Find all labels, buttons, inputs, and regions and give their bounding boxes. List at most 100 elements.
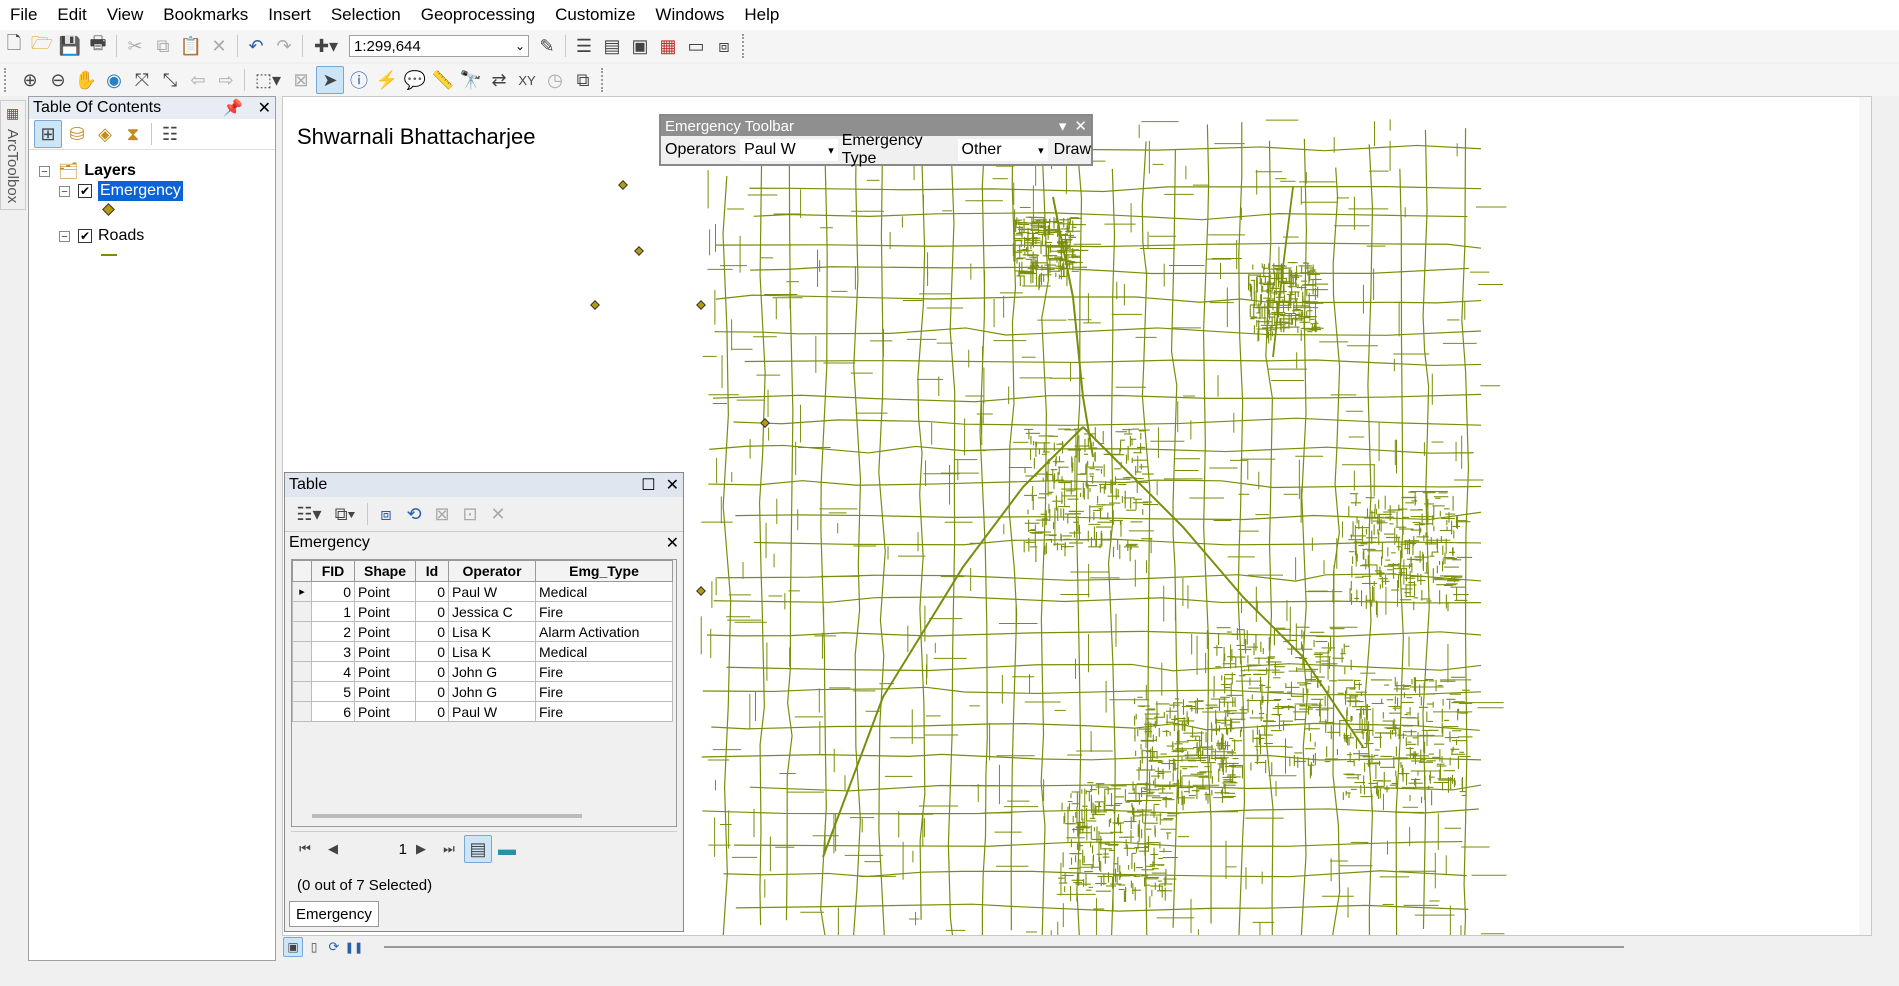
table-cell[interactable]: Point xyxy=(354,621,416,642)
column-header[interactable]: Id xyxy=(415,560,449,582)
table-cell[interactable]: Point xyxy=(354,701,416,722)
clear-selection-icon[interactable]: ⊠ xyxy=(288,67,314,93)
back-extent-icon[interactable]: ⇦ xyxy=(185,67,211,93)
toolbar-grip[interactable] xyxy=(742,34,750,58)
go-to-xy-icon[interactable]: XY xyxy=(514,67,540,93)
html-popup-icon[interactable]: 💬 xyxy=(402,67,428,93)
zoom-out-icon[interactable]: ⊖ xyxy=(45,67,71,93)
menu-geoprocessing[interactable]: Geoprocessing xyxy=(411,0,545,30)
row-selector[interactable] xyxy=(292,621,312,642)
list-by-selection-icon[interactable]: ⧗ xyxy=(120,121,146,147)
maximize-icon[interactable]: ☐ xyxy=(641,477,655,494)
table-cell[interactable]: Fire xyxy=(535,661,673,682)
new-document-icon[interactable]: 🗋 xyxy=(1,33,27,59)
toolbar-grip[interactable] xyxy=(601,68,609,92)
clear-selection-icon[interactable]: ⊠ xyxy=(429,501,455,527)
row-selector[interactable] xyxy=(292,701,312,722)
list-by-drawing-order-icon[interactable]: ⊞ xyxy=(34,120,62,148)
last-record-icon[interactable]: ⏭ xyxy=(436,836,462,862)
menu-selection[interactable]: Selection xyxy=(321,0,411,30)
table-cell[interactable]: 0 xyxy=(415,601,449,622)
table-cell[interactable]: Paul W xyxy=(448,581,536,602)
table-cell[interactable]: Fire xyxy=(535,701,673,722)
refresh-icon[interactable]: ⟳ xyxy=(325,938,343,956)
select-features-icon[interactable]: ⬚▾ xyxy=(250,67,286,93)
table-cell[interactable]: Medical xyxy=(535,581,673,602)
table-cell[interactable]: Lisa K xyxy=(448,621,536,642)
arctoolbox-icon[interactable]: ▦ xyxy=(655,33,681,59)
add-data-icon[interactable]: ✚▾ xyxy=(308,33,344,59)
catalog-window-icon[interactable]: ▤ xyxy=(599,33,625,59)
table-cell[interactable]: John G xyxy=(448,681,536,702)
map-author-text[interactable]: Shwarnali Bhattacharjee xyxy=(297,124,535,150)
emergency-point[interactable] xyxy=(696,300,706,310)
fixed-zoom-in-icon[interactable]: ⤧ xyxy=(129,67,155,93)
table-cell[interactable]: Point xyxy=(354,661,416,682)
table-cell[interactable]: Point xyxy=(354,581,416,602)
menu-view[interactable]: View xyxy=(97,0,154,30)
next-record-icon[interactable]: ▶ xyxy=(408,836,434,862)
draw-button[interactable]: Draw xyxy=(1054,141,1091,159)
menu-edit[interactable]: Edit xyxy=(47,0,96,30)
fixed-zoom-out-icon[interactable]: ⤡ xyxy=(157,67,183,93)
collapse-icon[interactable]: − xyxy=(59,185,70,197)
column-header[interactable]: Operator xyxy=(448,560,536,582)
table-cell[interactable]: John G xyxy=(448,661,536,682)
emergency-point[interactable] xyxy=(696,586,706,596)
table-cell[interactable]: 0 xyxy=(415,641,449,662)
editor-toolbar-icon[interactable]: ✎ xyxy=(534,33,560,59)
table-titlebar[interactable]: Table ☐ ✕ xyxy=(285,473,683,497)
vertical-scrollbar[interactable] xyxy=(1859,97,1871,935)
table-cell[interactable]: 1 xyxy=(311,601,355,622)
emergency-point[interactable] xyxy=(618,180,628,190)
redo-icon[interactable]: ↷ xyxy=(271,33,297,59)
show-selected-records-icon[interactable]: ▬ xyxy=(494,836,520,862)
table-cell[interactable]: 6 xyxy=(311,701,355,722)
table-cell[interactable]: Paul W xyxy=(448,701,536,722)
table-cell[interactable]: Fire xyxy=(535,601,673,622)
row-selector[interactable] xyxy=(292,661,312,682)
hyperlink-icon[interactable]: ⚡ xyxy=(374,67,400,93)
show-all-records-icon[interactable]: ▤ xyxy=(464,835,492,863)
menu-help[interactable]: Help xyxy=(734,0,789,30)
row-selector[interactable] xyxy=(292,681,312,702)
previous-record-icon[interactable]: ◀ xyxy=(320,836,346,862)
layer-roads[interactable]: − ✔ Roads xyxy=(59,227,144,245)
measure-icon[interactable]: 📏 xyxy=(430,67,456,93)
table-tab-emergency[interactable]: Emergency xyxy=(289,901,379,927)
menu-customize[interactable]: Customize xyxy=(545,0,645,30)
emergency-point[interactable] xyxy=(634,246,644,256)
row-selector[interactable]: ▸ xyxy=(292,581,312,602)
table-cell[interactable]: 0 xyxy=(415,661,449,682)
copy-icon[interactable]: ⧉ xyxy=(150,33,176,59)
pin-icon[interactable]: 📌 xyxy=(223,100,243,117)
related-tables-icon[interactable]: ⧉▾ xyxy=(328,501,362,527)
zoom-in-icon[interactable]: ⊕ xyxy=(17,67,43,93)
zoom-to-selected-icon[interactable]: ⊡ xyxy=(457,501,483,527)
table-cell[interactable]: Jessica C xyxy=(448,601,536,622)
table-row[interactable]: 6 Point 0 Paul W Fire xyxy=(292,701,673,722)
table-cell[interactable]: 4 xyxy=(311,661,355,682)
table-row[interactable]: 1 Point 0 Jessica C Fire xyxy=(292,601,673,622)
close-icon[interactable]: ✕ xyxy=(258,100,271,117)
undo-icon[interactable]: ↶ xyxy=(243,33,269,59)
table-row[interactable]: 5 Point 0 John G Fire xyxy=(292,681,673,702)
layer-name[interactable]: Roads xyxy=(98,227,144,245)
layer-visibility-checkbox[interactable]: ✔ xyxy=(78,229,92,243)
table-cell[interactable]: Alarm Activation xyxy=(535,621,673,642)
operators-dropdown[interactable]: Paul W ▾ xyxy=(740,139,838,161)
pan-icon[interactable]: ✋ xyxy=(73,67,99,93)
time-slider-icon[interactable]: ◷ xyxy=(542,67,568,93)
menu-file[interactable]: File xyxy=(0,0,47,30)
table-cell[interactable]: 0 xyxy=(415,701,449,722)
search-window-icon[interactable]: ▣ xyxy=(627,33,653,59)
row-selector[interactable] xyxy=(292,601,312,622)
list-by-visibility-icon[interactable]: ◈ xyxy=(92,121,118,147)
table-cell[interactable]: Lisa K xyxy=(448,641,536,662)
toolbar-grip[interactable] xyxy=(4,68,12,92)
table-cell[interactable]: 2 xyxy=(311,621,355,642)
python-window-icon[interactable]: ▭ xyxy=(683,33,709,59)
chevron-down-icon[interactable]: ▾ xyxy=(1059,118,1067,135)
emergency-type-dropdown[interactable]: Other ▾ xyxy=(957,139,1048,161)
table-cell[interactable]: Point xyxy=(354,681,416,702)
